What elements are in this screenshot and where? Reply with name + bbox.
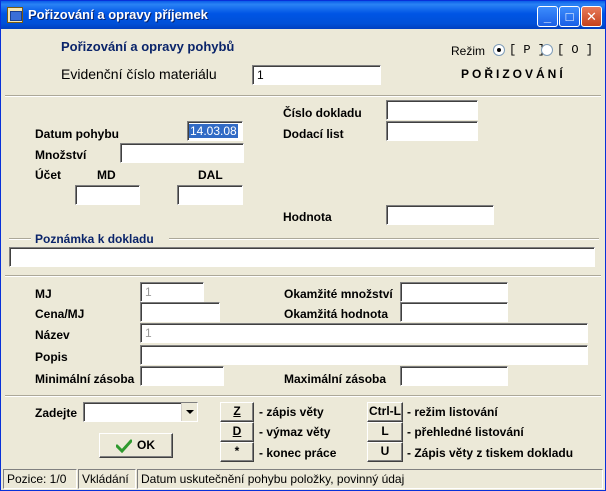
- note-separator-left: [9, 238, 31, 240]
- shortcut-u-button[interactable]: U: [367, 442, 403, 462]
- mode-status: POŘIZOVÁNÍ: [461, 67, 566, 81]
- account-label: Účet: [35, 168, 62, 182]
- mode-label: Režim: [451, 44, 486, 58]
- status-position: Pozice: 1/0: [3, 469, 77, 489]
- quantity-label: Množství: [35, 148, 87, 162]
- document-number-label: Číslo dokladu: [283, 106, 362, 120]
- document-number-input[interactable]: [386, 100, 478, 120]
- separator-bottom: [5, 395, 601, 397]
- shortcut-u-desc: - Zápis věty z tiskem dokladu: [407, 446, 574, 460]
- ok-button[interactable]: OK: [99, 433, 173, 458]
- mode-option-o-label: [ O ]: [557, 43, 594, 57]
- unit-input[interactable]: 1: [140, 282, 204, 302]
- name-label: Název: [35, 328, 70, 342]
- max-stock-input[interactable]: [400, 366, 508, 386]
- separator-middle: [5, 275, 601, 277]
- note-separator-right: [169, 238, 599, 240]
- shortcut-star-desc: - konec práce: [259, 446, 337, 460]
- delivery-note-input[interactable]: [386, 121, 478, 141]
- shortcut-ctrl-l-desc: - režim listování: [407, 405, 498, 419]
- min-stock-input[interactable]: [140, 366, 224, 386]
- close-button[interactable]: ✕: [581, 6, 602, 27]
- main-window: Pořizování a opravy příjemek _ □ ✕ Pořiz…: [0, 0, 606, 491]
- md-label: MD: [97, 168, 116, 182]
- shortcut-d-button[interactable]: D: [220, 422, 254, 442]
- min-stock-label: Minimální zásoba: [35, 372, 135, 386]
- shortcut-ctrl-l-button[interactable]: Ctrl-L: [367, 402, 403, 422]
- evidence-number-input[interactable]: 1: [252, 65, 381, 85]
- delivery-note-label: Dodací list: [283, 127, 344, 141]
- date-input[interactable]: 14.03.08: [187, 121, 243, 141]
- current-value-input[interactable]: [400, 302, 508, 322]
- mode-option-p-label: [ P ]: [509, 43, 546, 57]
- note-input[interactable]: [9, 247, 595, 267]
- name-input[interactable]: 1: [140, 323, 588, 343]
- current-qty-label: Okamžité množství: [284, 287, 393, 301]
- current-qty-input[interactable]: [400, 282, 508, 302]
- check-icon: [116, 439, 132, 453]
- dal-input[interactable]: [177, 185, 243, 205]
- description-input[interactable]: [140, 345, 588, 365]
- shortcut-star-button[interactable]: *: [220, 442, 254, 462]
- date-label: Datum pohybu: [35, 127, 119, 141]
- enter-label: Zadejte: [35, 406, 78, 420]
- shortcut-d-desc: - výmaz věty: [259, 425, 331, 439]
- shortcut-z-desc: - zápis věty: [259, 405, 324, 419]
- shortcut-l-desc: - přehledné listování: [407, 425, 524, 439]
- window-title: Pořizování a opravy příjemek: [28, 7, 208, 22]
- note-label: Poznámka k dokladu: [35, 232, 154, 246]
- mode-radio-p[interactable]: [493, 44, 505, 56]
- maximize-button[interactable]: □: [559, 6, 580, 27]
- mode-radio-o[interactable]: [541, 44, 553, 56]
- status-mode: Vkládání: [78, 469, 136, 489]
- app-icon[interactable]: [7, 7, 23, 23]
- shortcut-l-button[interactable]: L: [367, 422, 403, 442]
- price-label: Cena/MJ: [35, 307, 85, 321]
- value-label: Hodnota: [283, 210, 332, 224]
- status-message: Datum uskutečnění pohybu položky, povinn…: [137, 469, 603, 489]
- max-stock-label: Maximální zásoba: [284, 372, 387, 386]
- md-input[interactable]: [75, 185, 140, 205]
- title-bar[interactable]: Pořizování a opravy příjemek _ □ ✕: [1, 1, 605, 29]
- shortcut-z-button[interactable]: Z: [220, 402, 254, 422]
- dal-label: DAL: [198, 168, 223, 182]
- value-input[interactable]: [386, 205, 494, 225]
- quantity-input[interactable]: [120, 143, 244, 163]
- current-value-label: Okamžitá hodnota: [284, 307, 389, 321]
- minimize-button[interactable]: _: [537, 6, 558, 27]
- enter-combobox[interactable]: [83, 402, 198, 422]
- description-label: Popis: [35, 350, 68, 364]
- evidence-label: Evidenční číslo materiálu: [61, 66, 217, 82]
- separator-top: [5, 95, 601, 97]
- chevron-down-icon[interactable]: [181, 403, 197, 421]
- price-input[interactable]: [140, 302, 220, 322]
- form-heading: Pořizování a opravy pohybů: [61, 39, 235, 54]
- unit-label: MJ: [35, 287, 52, 301]
